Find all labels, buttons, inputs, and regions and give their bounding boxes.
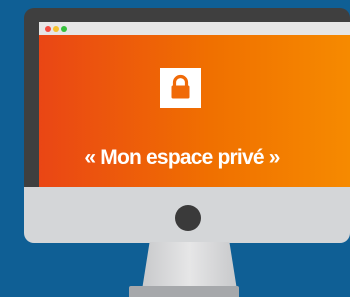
monitor-screen: « Mon espace privé »	[39, 22, 350, 187]
screen-title: « Mon espace privé »	[84, 146, 280, 169]
monitor-stand-base	[129, 286, 239, 297]
close-dot-icon	[45, 25, 51, 32]
minimize-dot-icon	[53, 25, 59, 32]
illustration-scene: « Mon espace privé »	[0, 0, 350, 297]
window-titlebar	[39, 22, 350, 35]
power-button-icon	[175, 205, 201, 231]
lock-icon	[171, 74, 190, 99]
maximize-dot-icon	[61, 25, 67, 32]
monitor-stand-neck	[142, 242, 237, 290]
lock-tile	[160, 68, 201, 108]
